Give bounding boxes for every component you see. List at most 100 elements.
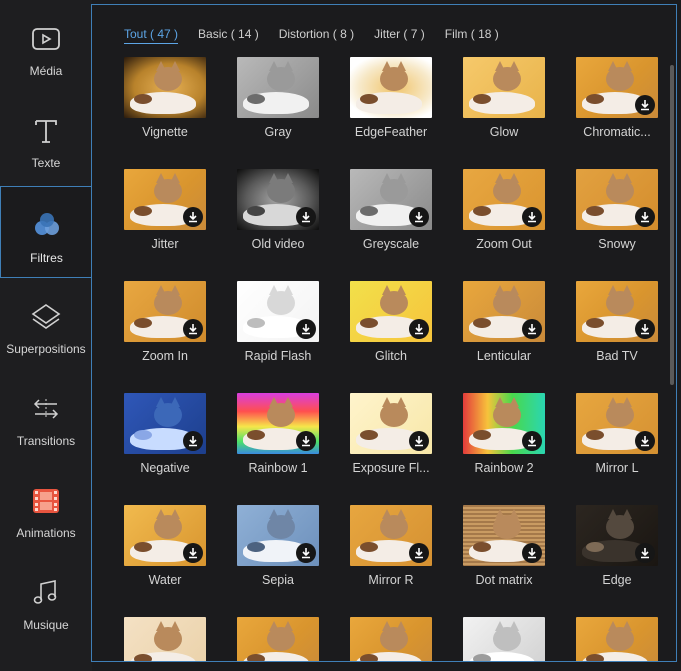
filter-thumbnail[interactable] — [350, 393, 432, 454]
filter-thumbnail[interactable] — [237, 617, 319, 661]
sidebar-item-media[interactable]: Média — [0, 0, 92, 92]
download-icon[interactable] — [409, 431, 429, 451]
filter-thumbnail[interactable] — [576, 393, 658, 454]
filter-thumbnail[interactable] — [463, 169, 545, 230]
filter-thumbnail[interactable] — [124, 281, 206, 342]
filter-thumbnail[interactable] — [237, 169, 319, 230]
filter-card[interactable]: Rainbow 1 — [237, 393, 319, 475]
filter-thumbnail[interactable] — [124, 617, 206, 661]
download-icon[interactable] — [409, 543, 429, 563]
filter-name: Glow — [489, 125, 519, 139]
filter-thumbnail[interactable] — [124, 505, 206, 566]
filter-card[interactable] — [576, 617, 658, 661]
download-icon[interactable] — [522, 319, 542, 339]
download-icon[interactable] — [183, 431, 203, 451]
filter-thumbnail[interactable] — [463, 617, 545, 661]
filter-name: Edge — [602, 573, 632, 587]
download-icon[interactable] — [522, 207, 542, 227]
filter-thumbnail[interactable] — [124, 57, 206, 118]
filter-card[interactable]: Water — [124, 505, 206, 587]
filter-card[interactable]: Exposure Fl... — [350, 393, 432, 475]
download-icon[interactable] — [183, 207, 203, 227]
filter-name: Glitch — [375, 349, 407, 363]
filter-thumbnail[interactable] — [576, 57, 658, 118]
download-icon[interactable] — [409, 319, 429, 339]
filter-thumbnail[interactable] — [576, 169, 658, 230]
filter-card[interactable]: Gray — [237, 57, 319, 139]
sidebar-item-overlays[interactable]: Superpositions — [0, 278, 92, 370]
filter-thumbnail[interactable] — [350, 57, 432, 118]
filter-thumbnail[interactable] — [463, 57, 545, 118]
download-icon[interactable] — [522, 543, 542, 563]
filter-thumbnail[interactable] — [576, 505, 658, 566]
filter-card[interactable]: Zoom Out — [463, 169, 545, 251]
filter-card[interactable]: Rapid Flash — [237, 281, 319, 363]
filter-card[interactable]: Glow — [463, 57, 545, 139]
filter-thumbnail[interactable] — [350, 169, 432, 230]
filter-thumbnail[interactable] — [124, 393, 206, 454]
filter-card[interactable]: Old video — [237, 169, 319, 251]
filter-card[interactable]: Jitter — [124, 169, 206, 251]
tab-all[interactable]: Tout ( 47 ) — [124, 27, 179, 44]
filter-card[interactable]: Sepia — [237, 505, 319, 587]
tab-film[interactable]: Film ( 18 ) — [445, 27, 499, 44]
download-icon[interactable] — [296, 319, 316, 339]
scrollbar[interactable] — [670, 65, 674, 385]
filter-thumbnail[interactable] — [237, 393, 319, 454]
download-icon[interactable] — [296, 207, 316, 227]
filter-card[interactable]: Zoom In — [124, 281, 206, 363]
filter-thumbnail[interactable] — [350, 281, 432, 342]
download-icon[interactable] — [635, 543, 655, 563]
download-icon[interactable] — [635, 95, 655, 115]
download-icon[interactable] — [635, 207, 655, 227]
sidebar-item-transitions[interactable]: Transitions — [0, 370, 92, 462]
filter-card[interactable]: Negative — [124, 393, 206, 475]
filter-thumbnail[interactable] — [237, 281, 319, 342]
filter-card[interactable]: EdgeFeather — [350, 57, 432, 139]
filter-thumbnail[interactable] — [576, 617, 658, 661]
filter-card[interactable]: Chromatic... — [576, 57, 658, 139]
filter-name: Rapid Flash — [244, 349, 312, 363]
filter-card[interactable] — [237, 617, 319, 661]
filter-card[interactable]: Glitch — [350, 281, 432, 363]
filter-thumbnail[interactable] — [463, 393, 545, 454]
filter-name: Rainbow 1 — [248, 461, 308, 475]
filter-thumbnail[interactable] — [350, 505, 432, 566]
filter-thumbnail[interactable] — [237, 505, 319, 566]
filter-card[interactable]: Bad TV — [576, 281, 658, 363]
filter-card[interactable]: Dot matrix — [463, 505, 545, 587]
sidebar-item-music[interactable]: Musique — [0, 554, 92, 646]
filter-card[interactable] — [124, 617, 206, 661]
filter-card[interactable] — [463, 617, 545, 661]
filter-card[interactable]: Rainbow 2 — [463, 393, 545, 475]
filter-name: Bad TV — [596, 349, 638, 363]
filter-card[interactable]: Edge — [576, 505, 658, 587]
tab-distortion[interactable]: Distortion ( 8 ) — [279, 27, 354, 44]
download-icon[interactable] — [296, 431, 316, 451]
download-icon[interactable] — [522, 431, 542, 451]
filter-card[interactable]: Greyscale — [350, 169, 432, 251]
download-icon[interactable] — [183, 543, 203, 563]
tab-basic[interactable]: Basic ( 14 ) — [198, 27, 259, 44]
download-icon[interactable] — [635, 319, 655, 339]
sidebar-item-animations[interactable]: Animations — [0, 462, 92, 554]
download-icon[interactable] — [635, 431, 655, 451]
filter-thumbnail[interactable] — [576, 281, 658, 342]
filter-thumbnail[interactable] — [124, 169, 206, 230]
sidebar-item-text[interactable]: Texte — [0, 92, 92, 184]
filter-card[interactable]: Mirror R — [350, 505, 432, 587]
filter-card[interactable]: Lenticular — [463, 281, 545, 363]
download-icon[interactable] — [296, 543, 316, 563]
filter-thumbnail[interactable] — [463, 505, 545, 566]
sidebar-item-filters[interactable]: Filtres — [0, 186, 92, 278]
filter-thumbnail[interactable] — [463, 281, 545, 342]
download-icon[interactable] — [409, 207, 429, 227]
download-icon[interactable] — [183, 319, 203, 339]
filter-card[interactable]: Vignette — [124, 57, 206, 139]
tab-jitter[interactable]: Jitter ( 7 ) — [374, 27, 425, 44]
filter-card[interactable] — [350, 617, 432, 661]
filter-card[interactable]: Mirror L — [576, 393, 658, 475]
filter-card[interactable]: Snowy — [576, 169, 658, 251]
filter-thumbnail[interactable] — [350, 617, 432, 661]
filter-thumbnail[interactable] — [237, 57, 319, 118]
